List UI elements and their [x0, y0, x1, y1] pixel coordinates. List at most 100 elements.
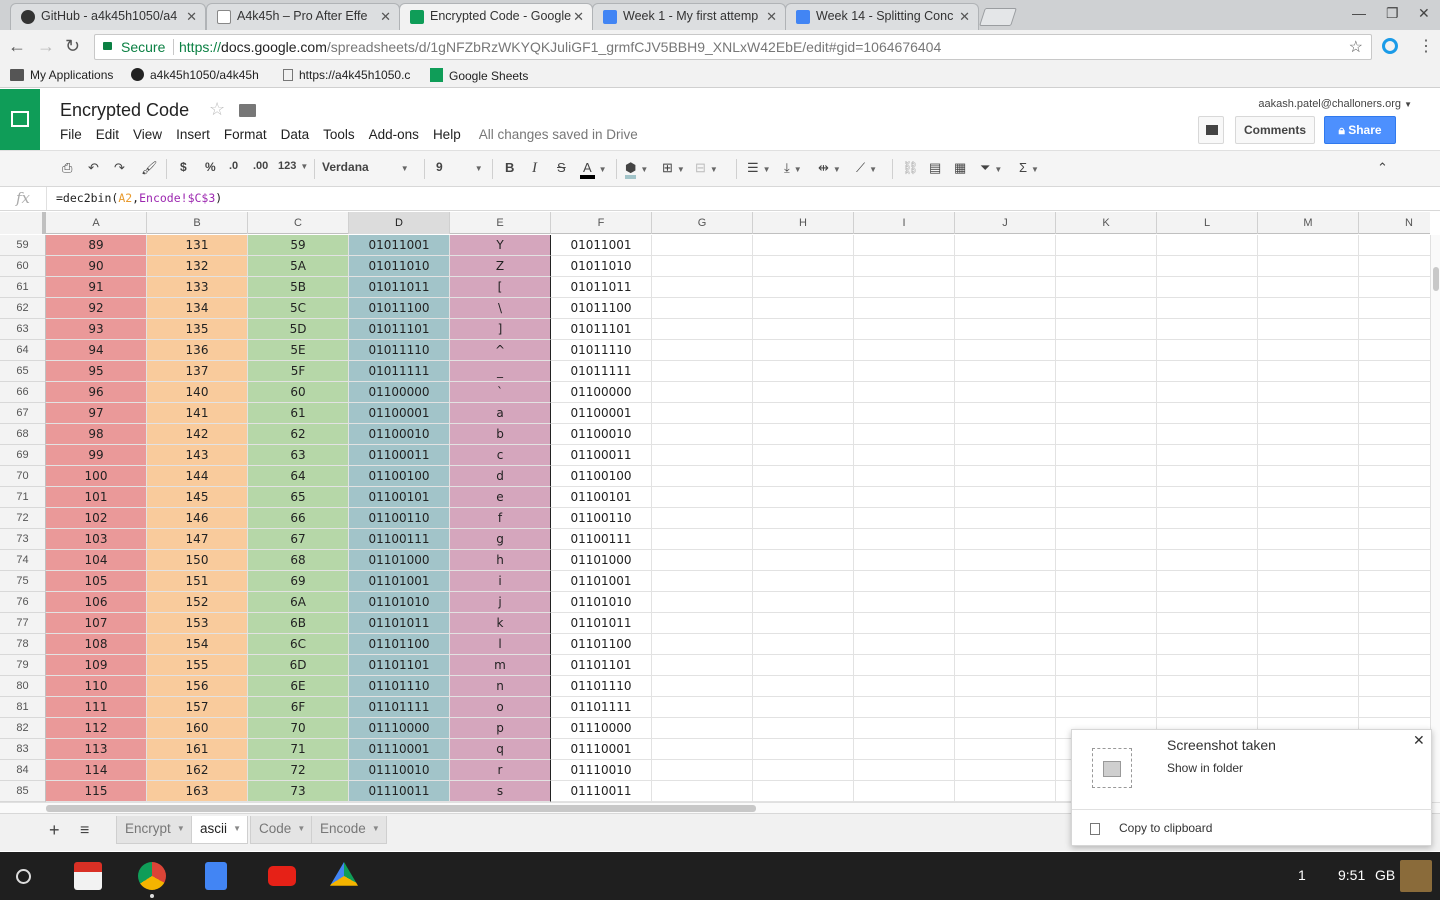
cell-n[interactable]	[1359, 550, 1430, 571]
cell-k[interactable]	[1056, 508, 1157, 529]
font-size-select[interactable]: 9 ▼	[436, 160, 483, 174]
cell-l[interactable]	[1157, 592, 1258, 613]
row-header[interactable]: 67	[0, 403, 46, 424]
cell-f[interactable]: 01100100	[551, 466, 652, 487]
cell-i[interactable]	[854, 550, 955, 571]
cell-j[interactable]	[955, 634, 1056, 655]
browser-tab-github[interactable]: GitHub - a4k45h1050/a4 ✕	[10, 3, 206, 30]
cell-g[interactable]	[652, 508, 753, 529]
cell-n[interactable]	[1359, 319, 1430, 340]
cell-g[interactable]	[652, 781, 753, 802]
cell-l[interactable]	[1157, 382, 1258, 403]
cell-l[interactable]	[1157, 277, 1258, 298]
cell-d[interactable]: 01011011	[349, 277, 450, 298]
cell-m[interactable]	[1258, 550, 1359, 571]
share-button[interactable]: 🔒︎ Share	[1324, 116, 1396, 144]
cell-i[interactable]	[854, 319, 955, 340]
cell-d[interactable]: 01100000	[349, 382, 450, 403]
notification-count[interactable]: 1	[1298, 867, 1306, 883]
cell-j[interactable]	[955, 361, 1056, 382]
cell-i[interactable]	[854, 445, 955, 466]
close-window-icon[interactable]: ✕	[1418, 5, 1430, 22]
cell-d[interactable]: 01100100	[349, 466, 450, 487]
cell-c[interactable]: 6C	[248, 634, 349, 655]
cell-n[interactable]	[1359, 382, 1430, 403]
cell-b[interactable]: 145	[147, 487, 248, 508]
cell-b[interactable]: 150	[147, 550, 248, 571]
cell-g[interactable]	[652, 592, 753, 613]
cell-j[interactable]	[955, 445, 1056, 466]
cell-g[interactable]	[652, 718, 753, 739]
cell-f[interactable]: 01011100	[551, 298, 652, 319]
cell-d[interactable]: 01011100	[349, 298, 450, 319]
cell-c[interactable]: 64	[248, 466, 349, 487]
browser-menu-icon[interactable]: ⋮	[1418, 36, 1434, 56]
cell-c[interactable]: 5B	[248, 277, 349, 298]
cell-c[interactable]: 6E	[248, 676, 349, 697]
cell-c[interactable]: 61	[248, 403, 349, 424]
cell-e[interactable]: j	[450, 592, 551, 613]
sheet-tab-ascii[interactable]: ascii ▼	[191, 816, 249, 844]
cell-j[interactable]	[955, 319, 1056, 340]
cell-h[interactable]	[753, 613, 854, 634]
cell-m[interactable]	[1258, 445, 1359, 466]
row-header[interactable]: 61	[0, 277, 46, 298]
cell-d[interactable]: 01101100	[349, 634, 450, 655]
cell-g[interactable]	[652, 424, 753, 445]
cell-h[interactable]	[753, 487, 854, 508]
cell-d[interactable]: 01101011	[349, 613, 450, 634]
cell-m[interactable]	[1258, 277, 1359, 298]
cell-h[interactable]	[753, 592, 854, 613]
browser-tab-encrypted-code[interactable]: Encrypted Code - Google ✕	[399, 3, 593, 30]
cell-i[interactable]	[854, 739, 955, 760]
cell-j[interactable]	[955, 676, 1056, 697]
cell-i[interactable]	[854, 235, 955, 256]
italic-button[interactable]: I	[532, 160, 537, 177]
close-icon[interactable]: ✕	[186, 4, 197, 29]
cell-m[interactable]	[1258, 634, 1359, 655]
sheets-home-logo[interactable]	[0, 89, 40, 150]
cell-b[interactable]: 132	[147, 256, 248, 277]
close-icon[interactable]: ✕	[1413, 732, 1425, 749]
row-header[interactable]: 83	[0, 739, 46, 760]
cell-n[interactable]	[1359, 613, 1430, 634]
bookmark-github[interactable]: a4k45h1050/a4k45h	[131, 68, 259, 82]
row-header[interactable]: 76	[0, 592, 46, 613]
cell-j[interactable]	[955, 466, 1056, 487]
cell-e[interactable]: n	[450, 676, 551, 697]
cell-k[interactable]	[1056, 613, 1157, 634]
cell-g[interactable]	[652, 382, 753, 403]
cell-g[interactable]	[652, 361, 753, 382]
cell-c[interactable]: 5D	[248, 319, 349, 340]
cell-n[interactable]	[1359, 235, 1430, 256]
cell-d[interactable]: 01011110	[349, 340, 450, 361]
cell-h[interactable]	[753, 466, 854, 487]
insert-comment-icon[interactable]: ▤	[929, 160, 941, 176]
all-sheets-icon[interactable]: ≡	[80, 822, 89, 840]
cell-g[interactable]	[652, 655, 753, 676]
cell-a[interactable]: 115	[46, 781, 147, 802]
cell-h[interactable]	[753, 529, 854, 550]
cell-b[interactable]: 140	[147, 382, 248, 403]
cell-j[interactable]	[955, 550, 1056, 571]
cell-h[interactable]	[753, 781, 854, 802]
forward-icon[interactable]: →	[37, 37, 55, 55]
cell-k[interactable]	[1056, 424, 1157, 445]
cell-d[interactable]: 01100010	[349, 424, 450, 445]
cell-h[interactable]	[753, 634, 854, 655]
cell-m[interactable]	[1258, 613, 1359, 634]
cell-e[interactable]: Y	[450, 235, 551, 256]
cell-a[interactable]: 107	[46, 613, 147, 634]
row-header[interactable]: 85	[0, 781, 46, 802]
row-header[interactable]: 75	[0, 571, 46, 592]
cell-h[interactable]	[753, 424, 854, 445]
cell-a[interactable]: 99	[46, 445, 147, 466]
cell-b[interactable]: 156	[147, 676, 248, 697]
cell-j[interactable]	[955, 424, 1056, 445]
cell-a[interactable]: 97	[46, 403, 147, 424]
cell-m[interactable]	[1258, 592, 1359, 613]
cell-n[interactable]	[1359, 697, 1430, 718]
cell-f[interactable]: 01100001	[551, 403, 652, 424]
restore-icon[interactable]: ❐	[1386, 5, 1399, 22]
cell-a[interactable]: 90	[46, 256, 147, 277]
